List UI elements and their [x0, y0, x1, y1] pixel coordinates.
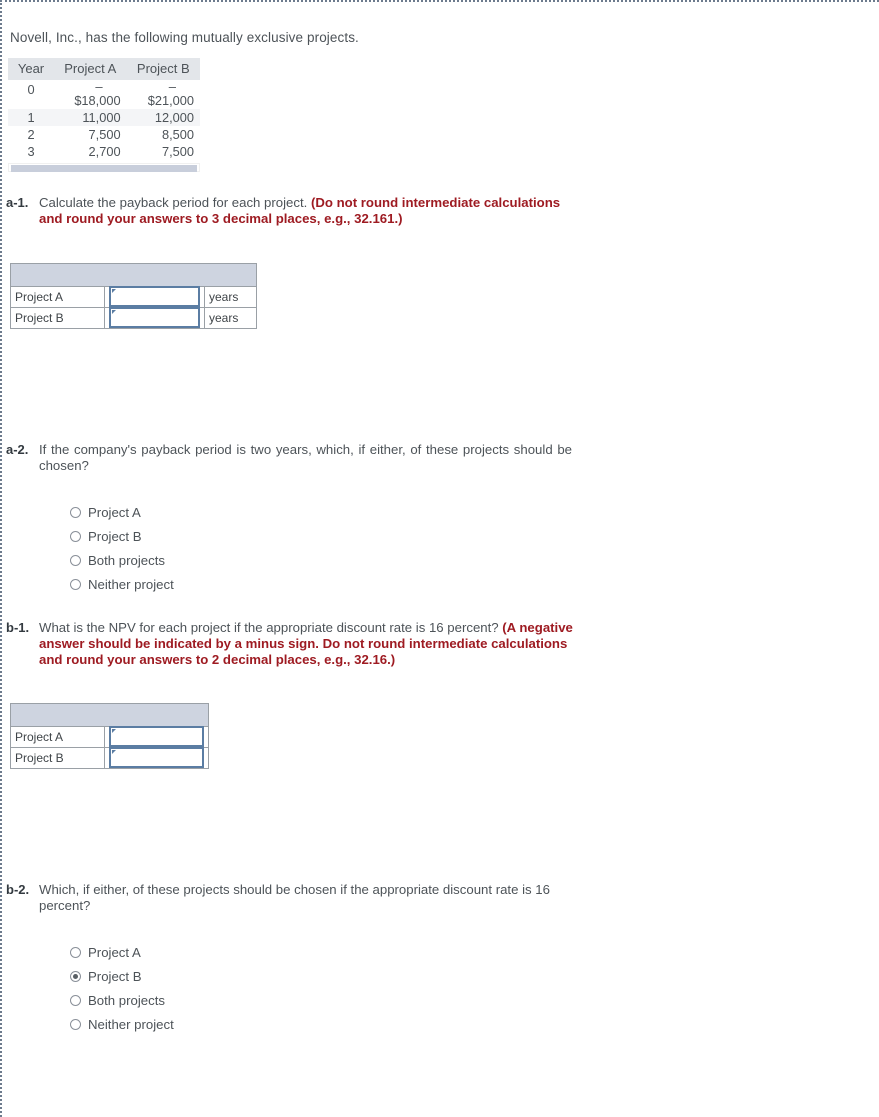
radio-option-a2-project-b[interactable]: Project B — [70, 524, 174, 548]
cell-year-0: 0 — [8, 80, 54, 109]
cell-year-2: 2 — [27, 127, 35, 142]
cash-flow-table-scrollbar[interactable] — [8, 163, 200, 172]
table-row: Project A years — [10, 286, 257, 308]
table-header-row: Year Project A Project B — [8, 58, 200, 80]
payback-input-project-a[interactable] — [109, 286, 200, 307]
question-a2-text: If the company's payback period is two y… — [39, 442, 572, 473]
radio-label: Project B — [88, 528, 142, 544]
cash-flow-table: Year Project A Project B 0 – $18,000 – $… — [8, 58, 200, 160]
answer-table-a1-container: Project A years Project B years — [10, 263, 257, 329]
npv-input-project-a[interactable] — [109, 726, 204, 747]
answer-table-a1-header-cell — [10, 263, 257, 287]
problem-intro: Novell, Inc., has the following mutually… — [10, 30, 359, 45]
unit-label-project-a: years — [204, 286, 257, 308]
radio-option-b2-both-projects[interactable]: Both projects — [70, 988, 174, 1012]
minus-sign-a-0: – — [95, 79, 103, 94]
radio-icon[interactable] — [70, 994, 81, 1006]
question-b1-prompt: What is the NPV for each project if the … — [39, 620, 503, 635]
question-a2-tag: a-2. — [6, 442, 29, 457]
radio-label: Neither project — [88, 1016, 174, 1032]
scrollbar-thumb[interactable] — [11, 165, 197, 172]
radio-group-b2: Project A Project B Both projects Neithe… — [70, 940, 174, 1036]
question-b2-text: Which, if either, of these projects shou… — [39, 882, 550, 913]
cell-b-0: – $21,000 — [127, 80, 200, 109]
answer-cell-project-a — [104, 286, 205, 308]
table-row: Project B — [10, 747, 209, 769]
answer-table-b1: Project A Project B — [10, 703, 209, 769]
payback-input-project-b[interactable] — [109, 307, 200, 328]
question-a1: a-1. Calculate the payback period for ea… — [6, 195, 586, 227]
table-row: 1 11,000 12,000 — [8, 109, 200, 126]
radio-label: Project A — [88, 504, 141, 520]
cell-a-3: 2,700 — [88, 144, 121, 159]
answer-table-b1-container: Project A Project B — [10, 703, 209, 769]
minus-sign-b-0: – — [168, 79, 176, 94]
question-b2-tag: b-2. — [6, 882, 30, 897]
amount-a-0: $18,000 — [74, 93, 121, 108]
cell-year-1: 1 — [8, 109, 54, 126]
table-row: 0 – $18,000 – $21,000 — [8, 80, 200, 109]
row-label-project-a: Project A — [10, 286, 105, 308]
question-b1-tag: b-1. — [6, 620, 30, 635]
year-0-value: 0 — [27, 82, 35, 97]
row-label-project-a: Project A — [10, 726, 105, 748]
cash-flow-table-head: Year Project A Project B — [8, 58, 200, 80]
amount-b-0: $21,000 — [147, 93, 194, 108]
answer-table-a1-header — [10, 263, 257, 287]
cell-year-3: 3 — [27, 144, 35, 159]
table-row: Project A — [10, 726, 209, 748]
radio-option-a2-neither-project[interactable]: Neither project — [70, 572, 174, 596]
question-b2: b-2. Which, if either, of these projects… — [6, 882, 578, 914]
radio-label: Neither project — [88, 576, 174, 592]
radio-icon[interactable] — [70, 554, 81, 566]
radio-icon[interactable] — [70, 946, 81, 958]
radio-option-b2-neither-project[interactable]: Neither project — [70, 1012, 174, 1036]
radio-label: Project B — [88, 968, 142, 984]
cell-b-1: 12,000 — [126, 109, 200, 126]
question-a1-text: Calculate the payback period for each pr… — [39, 195, 586, 227]
question-a2: a-2. If the company's payback period is … — [6, 442, 572, 474]
cell-b-2: 8,500 — [161, 127, 194, 142]
answer-cell-project-b — [104, 307, 205, 329]
radio-group-a2: Project A Project B Both projects Neithe… — [70, 500, 174, 596]
answer-table-b1-header — [10, 703, 209, 727]
cell-a-2: 7,500 — [88, 127, 121, 142]
row-label-project-b: Project B — [10, 747, 105, 769]
table-row: 2 7,500 8,500 — [8, 126, 200, 143]
unit-label-project-b: years — [204, 307, 257, 329]
radio-option-b2-project-a[interactable]: Project A — [70, 940, 174, 964]
npv-input-project-b[interactable] — [109, 747, 204, 768]
cash-flow-table-body: 0 – $18,000 – $21,000 1 11,000 12,000 2 … — [8, 80, 200, 160]
radio-label: Project A — [88, 944, 141, 960]
table-row: Project B years — [10, 307, 257, 329]
row-label-project-b: Project B — [10, 307, 105, 329]
radio-option-b2-project-b[interactable]: Project B — [70, 964, 174, 988]
answer-cell-project-a — [104, 726, 209, 748]
radio-option-a2-both-projects[interactable]: Both projects — [70, 548, 174, 572]
cell-b-3: 7,500 — [161, 144, 194, 159]
radio-icon[interactable] — [70, 578, 81, 590]
column-header-year: Year — [8, 58, 54, 80]
column-header-project-b: Project B — [126, 58, 200, 80]
question-b1: b-1. What is the NPV for each project if… — [6, 620, 576, 668]
answer-table-a1: Project A years Project B years — [10, 263, 257, 329]
question-b1-text: What is the NPV for each project if the … — [39, 620, 576, 668]
radio-icon[interactable] — [70, 1018, 81, 1030]
radio-option-a2-project-a[interactable]: Project A — [70, 500, 174, 524]
question-a1-prompt: Calculate the payback period for each pr… — [39, 195, 311, 210]
question-a1-tag: a-1. — [6, 195, 29, 210]
cell-a-0: – $18,000 — [54, 80, 127, 109]
cell-a-1: 11,000 — [54, 109, 127, 126]
column-header-project-a: Project A — [54, 58, 127, 80]
answer-table-b1-header-cell — [10, 703, 209, 727]
answer-cell-project-b — [104, 747, 209, 769]
table-row: 3 2,700 7,500 — [8, 143, 200, 160]
radio-icon-selected[interactable] — [70, 970, 81, 982]
radio-label: Both projects — [88, 992, 165, 1008]
radio-label: Both projects — [88, 552, 165, 568]
radio-icon[interactable] — [70, 530, 81, 542]
radio-icon[interactable] — [70, 506, 81, 518]
cash-flow-table-container: Year Project A Project B 0 – $18,000 – $… — [8, 58, 200, 172]
